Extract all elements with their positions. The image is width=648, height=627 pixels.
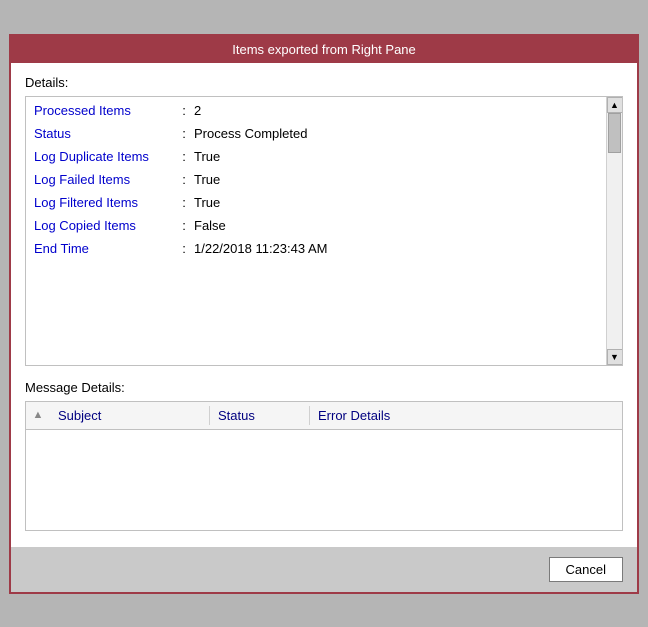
cancel-button[interactable]: Cancel: [549, 557, 623, 582]
detail-key: Log Duplicate Items: [34, 149, 174, 164]
detail-row: Log Filtered Items:True: [34, 195, 598, 210]
details-box: Processed Items:2Status:Process Complete…: [25, 96, 623, 366]
detail-row: Log Duplicate Items:True: [34, 149, 598, 164]
col-error[interactable]: Error Details: [310, 406, 622, 425]
detail-row: Processed Items:2: [34, 103, 598, 118]
detail-key: Log Copied Items: [34, 218, 174, 233]
detail-key: End Time: [34, 241, 174, 256]
col-subject[interactable]: Subject: [50, 406, 210, 425]
table-body: [26, 430, 622, 530]
detail-colon: :: [174, 172, 194, 187]
detail-value: True: [194, 195, 220, 210]
message-section-label: Message Details:: [25, 380, 623, 395]
detail-colon: :: [174, 149, 194, 164]
detail-row: End Time:1/22/2018 11:23:43 AM: [34, 241, 598, 256]
detail-key: Log Failed Items: [34, 172, 174, 187]
detail-value: 2: [194, 103, 201, 118]
dialog-body: Details: Processed Items:2Status:Process…: [11, 63, 637, 543]
dialog: Items exported from Right Pane Details: …: [9, 34, 639, 594]
detail-colon: :: [174, 218, 194, 233]
detail-colon: :: [174, 126, 194, 141]
detail-value: True: [194, 149, 220, 164]
detail-key: Status: [34, 126, 174, 141]
detail-value: True: [194, 172, 220, 187]
detail-colon: :: [174, 241, 194, 256]
details-section-label: Details:: [25, 75, 623, 90]
dialog-title: Items exported from Right Pane: [11, 36, 637, 63]
detail-key: Processed Items: [34, 103, 174, 118]
scrollbar-thumb[interactable]: [608, 113, 621, 153]
detail-value: Process Completed: [194, 126, 307, 141]
dialog-footer: Cancel: [11, 547, 637, 592]
detail-colon: :: [174, 195, 194, 210]
detail-colon: :: [174, 103, 194, 118]
scrollbar-track: [607, 113, 622, 349]
scrollbar[interactable]: ▲ ▼: [606, 97, 622, 365]
details-content: Processed Items:2Status:Process Complete…: [26, 97, 606, 365]
message-section: Message Details: ▲ Subject Status Error …: [25, 380, 623, 531]
detail-value: False: [194, 218, 226, 233]
col-status[interactable]: Status: [210, 406, 310, 425]
message-table: ▲ Subject Status Error Details: [25, 401, 623, 531]
sort-icon: ▲: [26, 406, 50, 425]
detail-row: Status:Process Completed: [34, 126, 598, 141]
detail-row: Log Failed Items:True: [34, 172, 598, 187]
detail-value: 1/22/2018 11:23:43 AM: [194, 241, 327, 256]
table-header: ▲ Subject Status Error Details: [26, 402, 622, 430]
scrollbar-up-button[interactable]: ▲: [607, 97, 623, 113]
scrollbar-down-button[interactable]: ▼: [607, 349, 623, 365]
detail-key: Log Filtered Items: [34, 195, 174, 210]
detail-row: Log Copied Items:False: [34, 218, 598, 233]
